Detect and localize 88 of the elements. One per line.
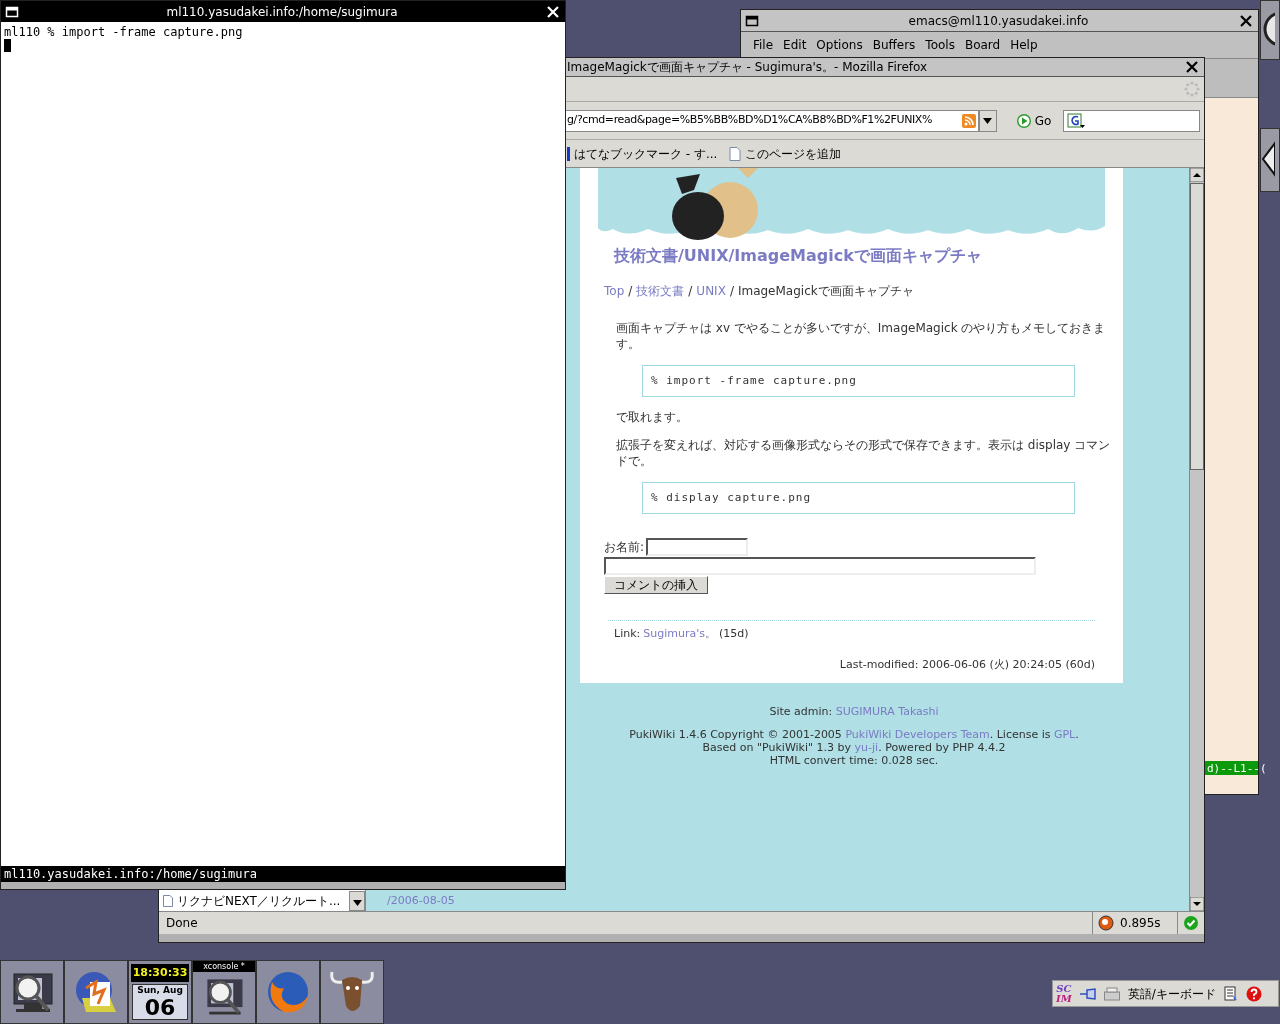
- dock-tile[interactable]: [1260, 128, 1280, 192]
- dock-tile[interactable]: [64, 960, 128, 1024]
- timing-text: 0.895s: [1120, 915, 1161, 932]
- arrow-up-icon[interactable]: [1190, 168, 1204, 182]
- mode-line-text: d)--L1--(: [1207, 762, 1267, 774]
- dock-tile[interactable]: [256, 960, 320, 1024]
- calendar-day: 06: [144, 996, 176, 1019]
- url-field[interactable]: g/?cmd=read&page=%B5%BB%BD%D1%CA%B8%BD%F1%2FUNIX%: [565, 109, 979, 132]
- menu-item[interactable]: Buffers: [872, 36, 916, 54]
- terminal-cursor: [4, 39, 11, 52]
- sidebar-item[interactable]: リクナビNEXT／リクルート...: [163, 891, 349, 911]
- document-icon[interactable]: [1223, 985, 1238, 1002]
- link-age: (15d): [718, 626, 749, 642]
- dropdown-button[interactable]: [978, 109, 997, 132]
- breadcrumb-link[interactable]: UNIX: [696, 282, 726, 300]
- scrollbar[interactable]: [1189, 168, 1204, 911]
- close-icon[interactable]: [545, 3, 561, 20]
- related-link[interactable]: Sugimura's。: [643, 626, 716, 643]
- dock-tile[interactable]: [0, 960, 64, 1024]
- arrow-down-icon: [352, 900, 362, 906]
- window-menu-icon[interactable]: [745, 13, 759, 28]
- menu-item[interactable]: Help: [1010, 36, 1038, 54]
- dock-tile[interactable]: [1260, 0, 1280, 60]
- breadcrumb-link[interactable]: 技術文書: [636, 282, 685, 300]
- code-block: % display capture.png: [642, 482, 1075, 514]
- code-block: % import -frame capture.png: [642, 365, 1075, 397]
- footer-text: HTML convert time: 0.028 sec.: [769, 754, 939, 767]
- triangle-icon: [1261, 141, 1275, 177]
- close-icon[interactable]: [1238, 12, 1254, 29]
- logo-text: IM: [1056, 993, 1072, 1004]
- page-title: 技術文書/UNIX/ImageMagickで画面キャプチャ: [614, 245, 983, 267]
- tile-label: xconsole *: [193, 961, 255, 972]
- name-label: お名前:: [604, 539, 645, 556]
- menu-item[interactable]: Edit: [783, 36, 807, 54]
- arrow-down-icon[interactable]: [1190, 897, 1204, 911]
- window-title: emacs@ml110.yasudakei.info: [907, 12, 1090, 30]
- paragraph: 拡張子を変えれば、対応する画像形式ならその形式で保存できます。表示は display コマンドで。: [616, 437, 1112, 469]
- dock-tile[interactable]: [320, 960, 384, 1024]
- scrollbar[interactable]: [1, 882, 565, 889]
- window-title: ImageMagickで画面キャプチャ - Sugimura's。- Mozilla Firefox: [567, 59, 929, 76]
- breadcrumb-link[interactable]: Top: [604, 282, 625, 300]
- close-icon[interactable]: [1184, 59, 1200, 75]
- scrollbar[interactable]: [349, 891, 365, 911]
- footer-text: Based on "PukiWiki" 1.3 by yu-ji. Powered by PHP 4.4.2: [702, 741, 1006, 754]
- breadcrumb-separator: /: [688, 283, 693, 300]
- caret-icon: [983, 117, 993, 124]
- terminal-line: ml110 % import -frame capture.png: [4, 25, 244, 39]
- menu-item[interactable]: Options: [816, 36, 863, 54]
- scim-logo[interactable]: SC IM: [1056, 983, 1072, 1004]
- bookmark-link[interactable]: はてなブックマーク - す...: [567, 144, 718, 163]
- window-menu-icon[interactable]: [5, 4, 19, 19]
- go-button[interactable]: Go: [1012, 111, 1056, 130]
- help-icon[interactable]: [1245, 985, 1262, 1002]
- input-mode-text[interactable]: 英語/キーボード: [1127, 984, 1216, 1003]
- play-icon: [1016, 113, 1031, 128]
- breadcrumb-separator: /: [729, 283, 734, 300]
- comment-input[interactable]: [604, 557, 1036, 575]
- url-text: g/?cmd=read&page=%B5%BB%BD%D1%CA%B8%BD%F1%2FUNIX%: [567, 112, 934, 129]
- breadcrumb-separator: /: [628, 283, 633, 300]
- search-engine-icon: [1067, 112, 1086, 129]
- status-line-text: ml110.yasudakei.info:/home/sugimura: [4, 868, 257, 880]
- page-icon: [163, 895, 173, 907]
- logo-text: SC: [1056, 983, 1072, 994]
- link-label: Link:: [614, 626, 641, 642]
- status-text: Done: [165, 915, 199, 932]
- dock-tile[interactable]: xconsole *: [192, 960, 256, 1024]
- window-title: ml110.yasudakei.info:/home/sugimura: [165, 3, 399, 21]
- name-input[interactable]: [646, 538, 749, 556]
- breadcrumb-current: ImageMagickで画面キャプチャ: [737, 283, 914, 300]
- throbber-icon: [1184, 81, 1200, 97]
- footer-text: PukiWiki 1.4.6 Copyright © 2001-2005 PukiWiki Developers Team. License is GPL.: [629, 728, 1079, 741]
- pin-icon[interactable]: [1079, 987, 1096, 1000]
- bar-icon: [567, 146, 570, 161]
- paragraph: 画面キャプチャは xv でやることが多いですが、ImageMagick のやり方もメモしておきます。: [616, 320, 1107, 352]
- check-icon: [1184, 916, 1198, 930]
- search-field[interactable]: [1063, 109, 1200, 132]
- menu-item[interactable]: Tools: [925, 36, 955, 54]
- menu-item[interactable]: File: [753, 36, 774, 54]
- dock-tile[interactable]: 18:30:33 Sun, Aug 06: [128, 960, 192, 1024]
- clock-time: 18:30:33: [131, 964, 189, 982]
- paragraph: で取れます。: [616, 409, 689, 425]
- keyboard-icon[interactable]: [1103, 986, 1120, 1001]
- footer-text: Site admin: SUGIMURA Takashi: [769, 705, 939, 718]
- bookmark-link[interactable]: このページを追加: [729, 144, 842, 163]
- last-modified: Last-modified: 2006-06-06 (火) 20:24:05 (60d): [839, 656, 1095, 673]
- calendar-date: Sun, Aug: [137, 985, 183, 996]
- menu-item[interactable]: Board: [964, 36, 1001, 54]
- insert-comment-button[interactable]: コメントの挿入: [604, 576, 708, 594]
